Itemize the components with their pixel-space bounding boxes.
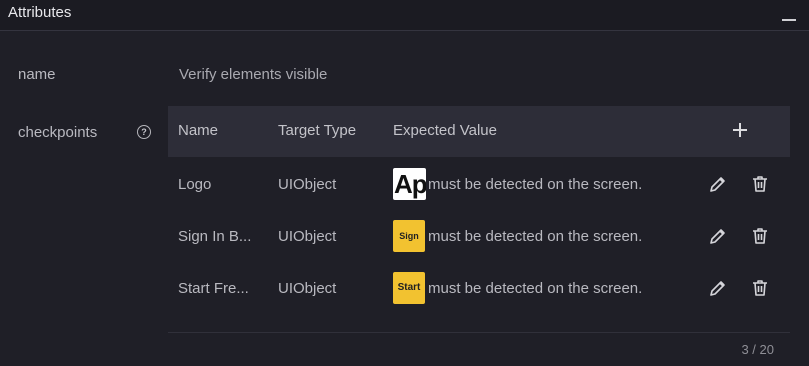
trash-icon[interactable] — [750, 226, 770, 246]
row-target-type: UIObject — [278, 280, 337, 297]
checkpoints-table: Name Target Type Expected Value Logo UIO… — [168, 106, 790, 333]
panel-title: Attributes — [8, 4, 72, 21]
checkpoints-label: checkpoints — [18, 124, 98, 141]
row-expected-value: must be detected on the screen. — [428, 280, 643, 297]
table-header: Name Target Type Expected Value — [168, 106, 790, 157]
trash-icon[interactable] — [750, 174, 770, 194]
trash-icon[interactable] — [750, 278, 770, 298]
column-header-name: Name — [178, 122, 219, 139]
pencil-icon[interactable] — [708, 226, 728, 246]
column-header-expected-value: Expected Value — [393, 122, 497, 139]
panel-header: Attributes — [0, 0, 809, 31]
pencil-icon[interactable] — [708, 174, 728, 194]
row-expected-value: must be detected on the screen. — [428, 176, 643, 193]
column-header-target-type: Target Type — [278, 122, 357, 139]
pagination-indicator: 3 / 20 — [741, 342, 774, 357]
row-target-type: UIObject — [278, 176, 337, 193]
pencil-icon[interactable] — [708, 278, 728, 298]
name-field[interactable]: Verify elements visible — [179, 66, 327, 83]
table-row: Start Fre... UIObject Start must be dete… — [168, 262, 790, 314]
table-row: Logo UIObject App must be detected on th… — [168, 158, 790, 210]
row-name: Start Fre... — [178, 280, 249, 297]
sign-in-thumbnail: Sign — [393, 220, 425, 252]
logo-thumbnail: App — [393, 168, 426, 200]
help-icon[interactable]: ? — [137, 125, 151, 139]
name-label: name — [18, 66, 56, 83]
start-free-thumbnail: Start — [393, 272, 425, 304]
row-expected-value: must be detected on the screen. — [428, 228, 643, 245]
row-target-type: UIObject — [278, 228, 337, 245]
row-name: Logo — [178, 176, 212, 193]
minimize-icon[interactable] — [781, 8, 797, 22]
table-row: Sign In B... UIObject Sign must be detec… — [168, 210, 790, 262]
row-name: Sign In B... — [178, 228, 252, 245]
add-checkpoint-button[interactable] — [730, 120, 750, 140]
